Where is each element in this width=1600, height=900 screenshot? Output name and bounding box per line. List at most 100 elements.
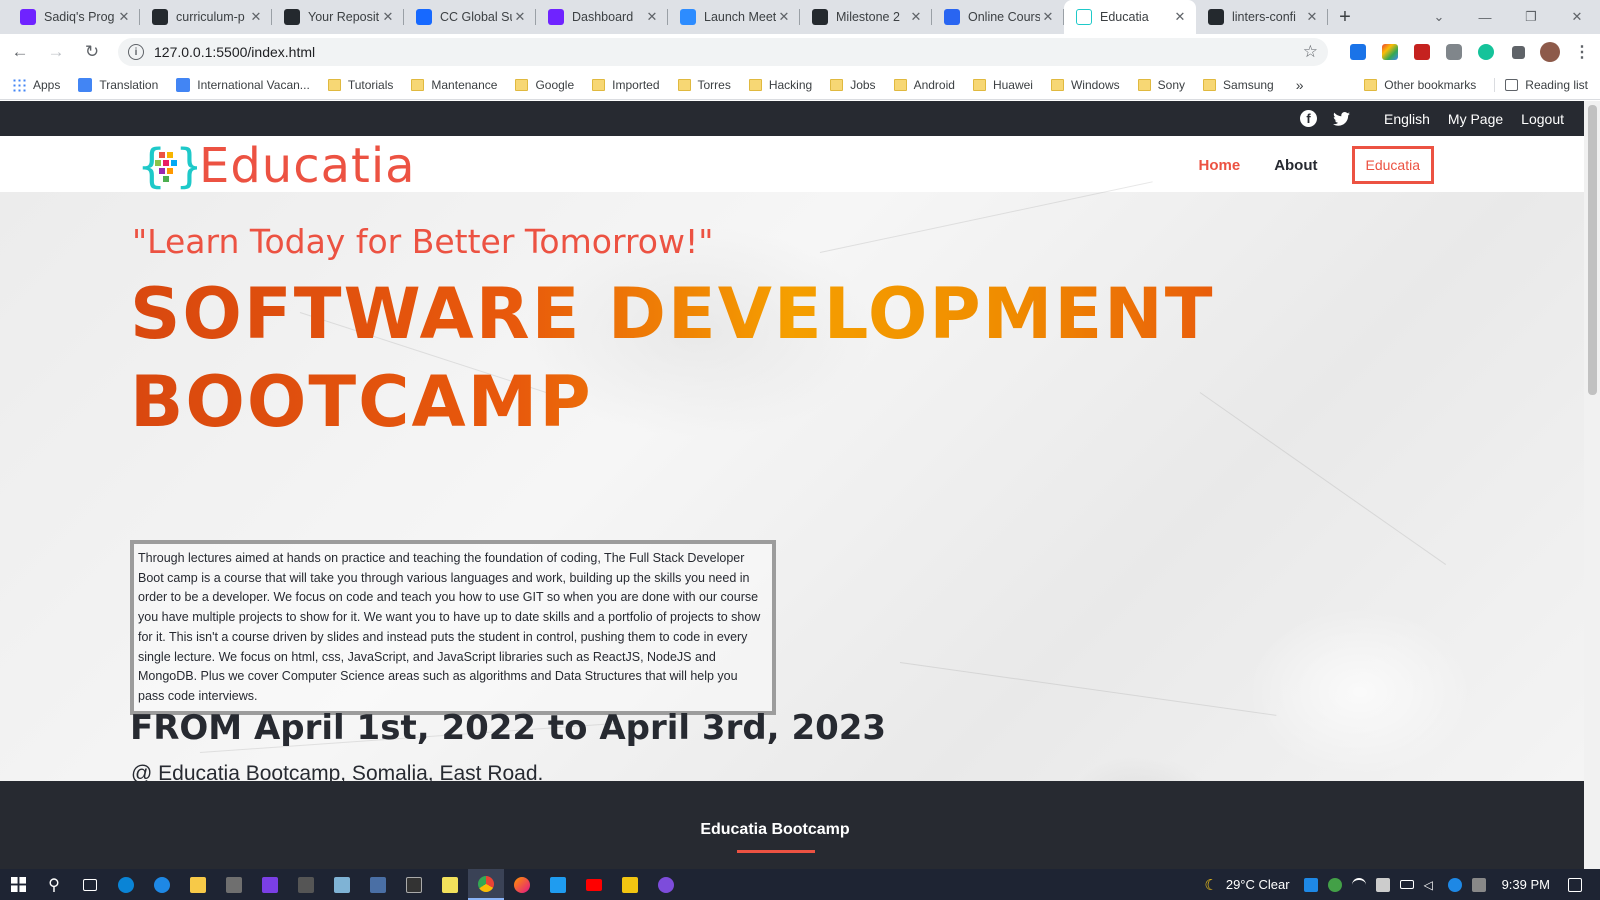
bookmark-item[interactable]: Huawei [972, 78, 1033, 92]
weather-icon[interactable]: ☾ [1204, 876, 1217, 894]
extensions-puzzle-icon[interactable] [1504, 38, 1532, 66]
close-tab-icon[interactable]: ✕ [908, 9, 924, 25]
file-explorer-icon[interactable] [180, 869, 216, 900]
close-tab-icon[interactable]: ✕ [512, 9, 528, 25]
browser-tab[interactable]: curriculum-p ✕ [140, 0, 272, 34]
forward-button[interactable]: → [40, 36, 72, 68]
task-view-icon[interactable] [72, 869, 108, 900]
tab-search-icon[interactable]: ⌄ [1416, 0, 1462, 34]
address-bar[interactable]: i 127.0.0.1:5500/index.html ☆ [118, 38, 1328, 66]
tray-app-icon[interactable] [1447, 877, 1462, 892]
edge-icon[interactable] [108, 869, 144, 900]
bookmarks-overflow-button[interactable]: » [1296, 77, 1304, 93]
sticky-notes-icon[interactable] [432, 869, 468, 900]
bookmark-item[interactable]: Android [893, 78, 955, 92]
close-tab-icon[interactable]: ✕ [1304, 9, 1320, 25]
close-tab-icon[interactable]: ✕ [248, 9, 264, 25]
extension-icon[interactable] [1376, 38, 1404, 66]
tray-app-icon[interactable] [1327, 877, 1342, 892]
reading-list-button[interactable]: Reading list [1494, 78, 1588, 92]
clock[interactable]: 9:39 PM [1502, 877, 1550, 892]
notifications-icon[interactable] [1568, 877, 1582, 892]
menu-kebab-icon[interactable]: ⋮ [1568, 38, 1596, 66]
weather-text[interactable]: 29°C Clear [1226, 877, 1290, 892]
youtube-icon[interactable] [576, 869, 612, 900]
logout-link[interactable]: Logout [1521, 111, 1564, 127]
app-icon[interactable] [144, 869, 180, 900]
close-tab-icon[interactable]: ✕ [644, 9, 660, 25]
app-icon[interactable] [648, 869, 684, 900]
visual-studio-icon[interactable] [252, 869, 288, 900]
pen-icon[interactable] [1471, 877, 1486, 892]
bookmark-item[interactable]: Samsung [1203, 78, 1274, 92]
browser-tab[interactable]: Your Reposit ✕ [272, 0, 404, 34]
browser-tab[interactable]: Educatia ✕ [1064, 0, 1196, 34]
close-tab-icon[interactable]: ✕ [1040, 9, 1056, 25]
tray-app-icon[interactable] [1303, 877, 1318, 892]
grammarly-icon[interactable] [1472, 38, 1500, 66]
bookmark-item[interactable]: Jobs [830, 78, 876, 92]
extension-icon[interactable] [1344, 38, 1372, 66]
bookmark-item[interactable]: International Vacan... [176, 77, 310, 92]
firefox-icon[interactable] [504, 869, 540, 900]
pdf-extension-icon[interactable] [1408, 38, 1436, 66]
browser-tab[interactable]: Milestone 2 ✕ [800, 0, 932, 34]
bookmark-item[interactable]: Translation [78, 77, 158, 92]
tray-app-icon[interactable] [1375, 877, 1390, 892]
reload-button[interactable]: ↻ [76, 36, 108, 68]
browser-tab[interactable]: CC Global Su ✕ [404, 0, 536, 34]
bookmark-star-icon[interactable]: ☆ [1303, 42, 1318, 62]
nav-about-link[interactable]: About [1274, 157, 1317, 174]
page-scrollbar[interactable] [1584, 101, 1600, 869]
close-tab-icon[interactable]: ✕ [116, 9, 132, 25]
facebook-icon[interactable]: f [1300, 110, 1317, 127]
app-icon[interactable] [288, 869, 324, 900]
other-bookmarks-folder[interactable]: Other bookmarks [1364, 78, 1476, 92]
restore-button[interactable]: ❐ [1508, 0, 1554, 34]
calculator-icon[interactable] [216, 869, 252, 900]
close-tab-icon[interactable]: ✕ [380, 9, 396, 25]
site-logo[interactable]: { } Educatia [137, 138, 416, 194]
camera-extension-icon[interactable] [1440, 38, 1468, 66]
bookmark-item[interactable]: Hacking [748, 78, 812, 92]
bookmark-item[interactable]: Windows [1050, 78, 1120, 92]
browser-tab[interactable]: Dashboard ✕ [536, 0, 668, 34]
bookmark-item[interactable]: Imported [592, 78, 660, 92]
bookmark-item[interactable]: Google [515, 78, 574, 92]
browser-tab[interactable]: Sadiq's Prog ✕ [8, 0, 140, 34]
my-page-link[interactable]: My Page [1448, 111, 1503, 127]
start-button[interactable] [0, 869, 36, 900]
volume-icon[interactable]: ◁ [1424, 878, 1438, 892]
app-icon[interactable] [612, 869, 648, 900]
nav-home-link[interactable]: Home [1199, 157, 1241, 174]
close-tab-icon[interactable]: ✕ [776, 9, 792, 25]
search-icon[interactable]: ⚲ [36, 869, 72, 900]
browser-tab[interactable]: Launch Meet ✕ [668, 0, 800, 34]
back-button[interactable]: ← [4, 36, 36, 68]
close-tab-icon[interactable]: ✕ [1172, 9, 1188, 25]
language-link[interactable]: English [1384, 111, 1430, 127]
wifi-icon[interactable] [1351, 877, 1366, 892]
profile-avatar[interactable] [1536, 38, 1564, 66]
terminal-icon[interactable] [396, 869, 432, 900]
bookmark-item[interactable]: Sony [1137, 78, 1185, 92]
new-tab-button[interactable]: + [1328, 0, 1362, 34]
chrome-icon[interactable] [468, 869, 504, 900]
minimize-button[interactable]: — [1462, 0, 1508, 34]
keyboard-icon[interactable] [360, 869, 396, 900]
site-info-icon[interactable]: i [128, 44, 144, 60]
bookmark-item[interactable]: Mantenance [411, 78, 497, 92]
notepad-icon[interactable] [324, 869, 360, 900]
scrollbar-thumb[interactable] [1588, 105, 1597, 395]
vscode-icon[interactable] [540, 869, 576, 900]
nav-educatia-button[interactable]: Educatia [1351, 146, 1434, 184]
url-text[interactable]: 127.0.0.1:5500/index.html [154, 44, 1303, 60]
twitter-icon[interactable] [1333, 110, 1350, 127]
browser-tab[interactable]: Online Cours ✕ [932, 0, 1064, 34]
browser-tab[interactable]: linters-confi ✕ [1196, 0, 1328, 34]
battery-icon[interactable] [1399, 880, 1414, 889]
bookmark-item[interactable]: Apps [12, 77, 60, 92]
close-window-button[interactable]: ✕ [1554, 0, 1600, 34]
bookmark-item[interactable]: Tutorials [327, 78, 393, 92]
bookmark-item[interactable]: Torres [677, 78, 731, 92]
